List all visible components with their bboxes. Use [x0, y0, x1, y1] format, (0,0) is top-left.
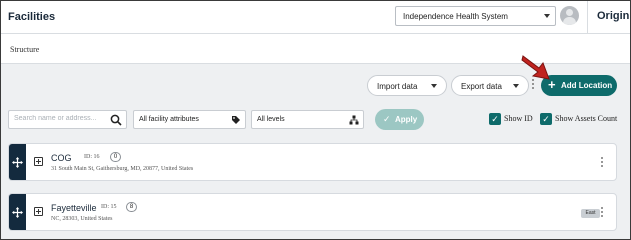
- chevron-down-icon: [544, 14, 550, 18]
- chevron-down-icon: [431, 84, 437, 88]
- import-data-label: Import data: [377, 82, 418, 91]
- more-options-icon[interactable]: [601, 207, 604, 219]
- chevron-down-icon: [513, 84, 519, 88]
- check-icon: ✓: [383, 114, 391, 124]
- show-id-checkbox[interactable]: ✓: [489, 113, 501, 125]
- hierarchy-icon: [349, 115, 359, 125]
- drag-handle[interactable]: [9, 194, 26, 230]
- breadcrumb: Structure: [10, 45, 40, 54]
- pointer-arrow-icon: [521, 55, 550, 80]
- move-icon: [12, 207, 23, 218]
- organization-select-value: Independence Health System: [403, 12, 508, 21]
- region-badge: East: [581, 209, 600, 218]
- avatar-body-shape: [563, 17, 576, 25]
- drag-handle[interactable]: [9, 144, 26, 180]
- user-avatar[interactable]: [560, 6, 579, 25]
- location-card[interactable]: COG ID: 16 0 31 South Main St, Gaithersb…: [8, 143, 617, 181]
- export-data-button[interactable]: Export data: [451, 75, 529, 96]
- export-data-label: Export data: [461, 82, 502, 91]
- location-address: NC, 28303, United States: [51, 216, 113, 222]
- show-id-label[interactable]: Show ID: [504, 114, 533, 123]
- location-card[interactable]: Fayetteville ID: 15 8 NC, 28303, United …: [8, 193, 617, 231]
- location-address: 31 South Main St, Gaithersburg, MD, 2087…: [51, 166, 194, 172]
- facility-attributes-select[interactable]: All facility attributes: [133, 110, 246, 129]
- organization-select[interactable]: Independence Health System: [395, 6, 556, 26]
- header-divider: [587, 1, 588, 34]
- search-icon[interactable]: [110, 114, 122, 126]
- search-input[interactable]: [14, 115, 104, 122]
- import-data-button[interactable]: Import data: [367, 75, 447, 96]
- search-box[interactable]: [8, 110, 127, 129]
- location-name[interactable]: COG: [51, 153, 72, 163]
- app-frame: Facilities Independence Health System Or…: [0, 0, 631, 240]
- more-options-icon[interactable]: [601, 157, 604, 169]
- facility-attributes-value: All facility attributes: [139, 116, 199, 123]
- avatar-head-shape: [566, 9, 573, 16]
- apply-label: Apply: [395, 115, 418, 124]
- location-id: ID: 15: [101, 204, 117, 210]
- expand-icon[interactable]: [34, 207, 43, 216]
- location-name[interactable]: Fayetteville: [51, 203, 97, 213]
- show-assets-count-label[interactable]: Show Assets Count: [555, 114, 617, 123]
- origin-label[interactable]: Origin: [597, 10, 629, 22]
- show-assets-count-checkbox[interactable]: ✓: [540, 113, 552, 125]
- levels-select[interactable]: All levels: [251, 110, 364, 129]
- location-id: ID: 16: [84, 154, 100, 160]
- move-icon: [12, 157, 23, 168]
- add-location-label: Add Location: [561, 81, 613, 90]
- asset-count-badge: 8: [126, 202, 137, 212]
- app-title: Facilities: [8, 11, 56, 23]
- levels-value: All levels: [257, 116, 285, 123]
- asset-count-badge: 0: [110, 152, 121, 162]
- apply-button[interactable]: ✓ Apply: [375, 109, 424, 130]
- expand-icon[interactable]: [34, 157, 43, 166]
- top-header: Facilities Independence Health System Or…: [1, 1, 630, 34]
- tag-icon: [232, 116, 240, 124]
